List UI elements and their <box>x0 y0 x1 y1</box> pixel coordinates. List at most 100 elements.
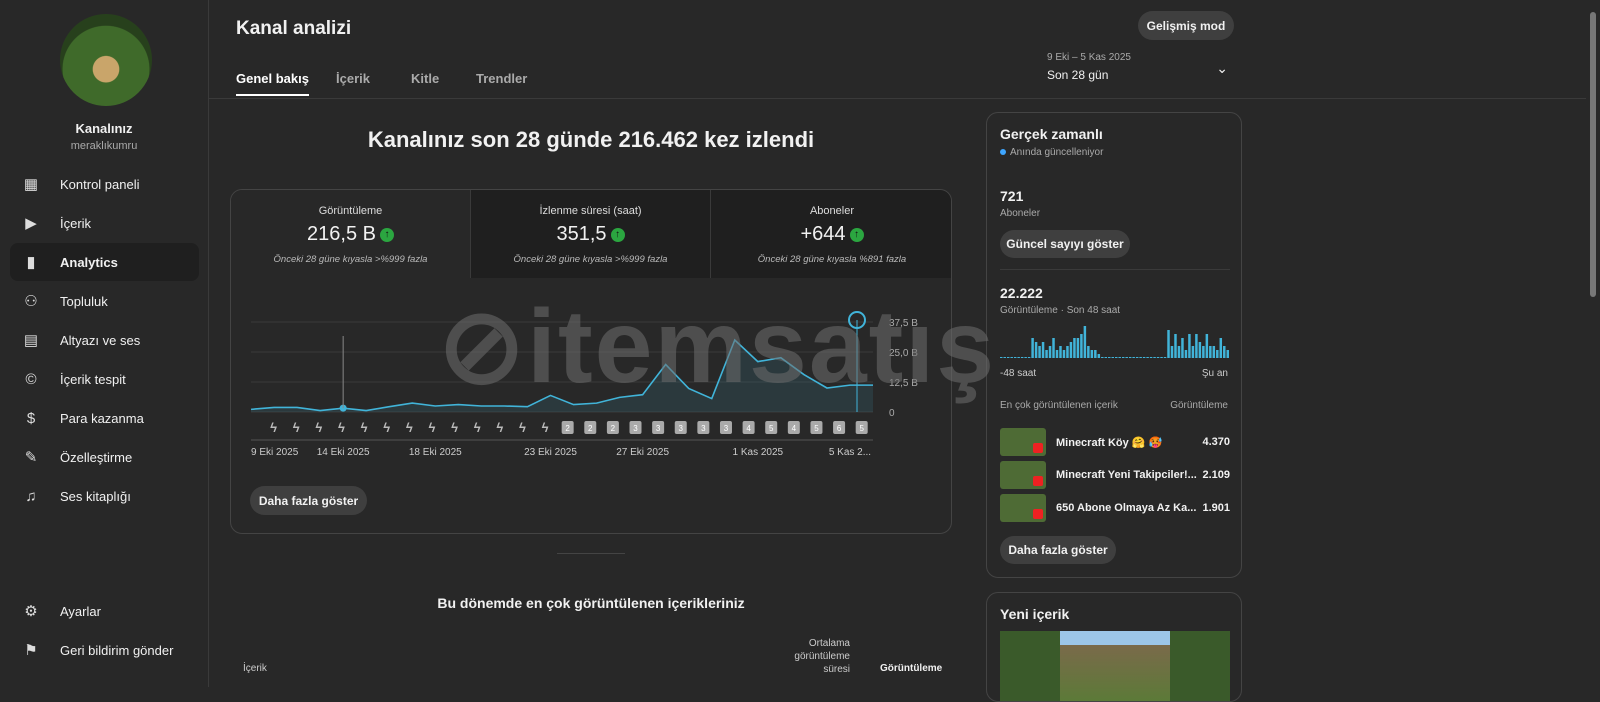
video-count-badge[interactable]: 3 <box>674 421 687 434</box>
show-more-button[interactable]: Daha fazla göster <box>1000 536 1116 564</box>
realtime-bar[interactable] <box>1121 357 1125 358</box>
realtime-bar[interactable] <box>1184 350 1188 358</box>
shorts-icon[interactable]: ϟ <box>406 420 413 435</box>
realtime-bar[interactable] <box>1048 346 1052 358</box>
realtime-bar[interactable] <box>1083 326 1087 358</box>
realtime-bar[interactable] <box>1205 334 1209 358</box>
sidebar-item-analytics[interactable]: ▮ Analytics <box>10 243 199 281</box>
shorts-icon[interactable]: ϟ <box>519 420 526 435</box>
realtime-bar[interactable] <box>1163 357 1167 358</box>
realtime-bar[interactable] <box>1202 346 1205 358</box>
realtime-bar[interactable] <box>1052 338 1055 358</box>
date-range-picker[interactable]: 9 Eki – 5 Kas 2025 Son 28 gün ⌄ <box>1047 52 1232 88</box>
realtime-bar[interactable] <box>1041 342 1045 358</box>
video-count-badge[interactable]: 2 <box>584 421 597 434</box>
channel-avatar[interactable] <box>60 14 152 106</box>
realtime-content-item[interactable]: Minecraft Yeni Takipciler!... 2.109 <box>1000 460 1230 490</box>
realtime-bar[interactable] <box>1108 357 1111 358</box>
realtime-bar[interactable] <box>1034 342 1038 358</box>
realtime-bar[interactable] <box>1219 338 1223 358</box>
views-chart[interactable]: 012,5 B25,0 B37,5 Bϟ ϟ ϟ ϟ ϟ ϟ ϟ ϟ ϟ ϟ ϟ ϟ ϟ 2 2 2 3 3 3 3 3… <box>231 300 952 500</box>
video-count-badge[interactable]: 3 <box>652 421 665 434</box>
realtime-bar[interactable] <box>1087 346 1090 358</box>
realtime-bar[interactable] <box>1177 346 1181 358</box>
realtime-bar[interactable] <box>1055 350 1059 358</box>
sidebar-item-ses-kitapl-[interactable]: ♫ Ses kitaplığı <box>10 477 199 515</box>
realtime-bar[interactable] <box>1128 357 1132 358</box>
realtime-bar[interactable] <box>1216 350 1219 358</box>
tab-overview[interactable]: Genel bakış <box>236 71 309 96</box>
shorts-icon[interactable]: ϟ <box>496 420 503 435</box>
realtime-bar[interactable] <box>1073 338 1076 358</box>
realtime-bar-chart[interactable] <box>1000 320 1230 360</box>
realtime-bar[interactable] <box>1000 357 1003 358</box>
shorts-icon[interactable]: ϟ <box>429 420 436 435</box>
sidebar-item-settings[interactable]: ⚙ Ayarlar <box>10 592 199 630</box>
realtime-bar[interactable] <box>1135 357 1139 358</box>
realtime-bar[interactable] <box>1045 350 1048 358</box>
sidebar-item-altyaz-ve-ses[interactable]: ▤ Altyazı ve ses <box>10 321 199 359</box>
shorts-icon[interactable]: ϟ <box>474 420 481 435</box>
video-count-badge[interactable]: 6 <box>833 421 846 434</box>
col-views[interactable]: Görüntüleme <box>880 663 942 674</box>
realtime-bar[interactable] <box>1027 357 1031 358</box>
sidebar-item--zelle-tirme[interactable]: ✎ Özelleştirme <box>10 438 199 476</box>
realtime-bar[interactable] <box>1076 338 1080 358</box>
realtime-bar[interactable] <box>1118 357 1121 358</box>
realtime-bar[interactable] <box>1024 357 1027 358</box>
realtime-bar[interactable] <box>1069 342 1073 358</box>
tab-audience[interactable]: Kitle <box>411 71 439 86</box>
realtime-bar[interactable] <box>1139 357 1142 358</box>
realtime-bar[interactable] <box>1059 346 1062 358</box>
sidebar-item-i-erik-tespit[interactable]: © İçerik tespit <box>10 360 199 398</box>
video-count-badge[interactable]: 3 <box>629 421 642 434</box>
tab-content[interactable]: İçerik <box>336 71 370 86</box>
realtime-bar[interactable] <box>1223 346 1226 358</box>
realtime-bar[interactable] <box>1003 357 1006 358</box>
realtime-bar[interactable] <box>1066 346 1069 358</box>
realtime-bar[interactable] <box>1125 357 1128 358</box>
video-count-badge[interactable]: 5 <box>855 421 868 434</box>
realtime-bar[interactable] <box>1191 346 1195 358</box>
realtime-bar[interactable] <box>1142 357 1146 358</box>
realtime-bar[interactable] <box>1132 357 1135 358</box>
realtime-bar[interactable] <box>1212 346 1216 358</box>
realtime-bar[interactable] <box>1111 357 1114 358</box>
sidebar-item-feedback[interactable]: ⚑ Geri bildirim gönder <box>10 631 199 669</box>
show-more-button[interactable]: Daha fazla göster <box>250 486 367 515</box>
realtime-bar[interactable] <box>1174 334 1177 358</box>
realtime-bar[interactable] <box>1031 338 1034 358</box>
realtime-bar[interactable] <box>1209 346 1212 358</box>
video-count-badge[interactable]: 4 <box>742 421 755 434</box>
shorts-icon[interactable]: ϟ <box>315 420 322 435</box>
sidebar-item-kontrol-paneli[interactable]: ▦ Kontrol paneli <box>10 165 199 203</box>
shorts-icon[interactable]: ϟ <box>361 420 368 435</box>
realtime-bar[interactable] <box>1062 350 1066 358</box>
shorts-icon[interactable]: ϟ <box>383 420 390 435</box>
realtime-bar[interactable] <box>1115 357 1118 358</box>
shorts-icon[interactable]: ϟ <box>338 420 345 435</box>
realtime-bar[interactable] <box>1090 350 1094 358</box>
realtime-content-item[interactable]: Minecraft Köy 🤗 🥵 4.370 <box>1000 427 1230 457</box>
new-content-thumbnail[interactable] <box>1000 631 1230 701</box>
realtime-bar[interactable] <box>1006 357 1010 358</box>
sidebar-item-i-erik[interactable]: ▶ İçerik <box>10 204 199 242</box>
realtime-bar[interactable] <box>1097 354 1101 358</box>
realtime-bar[interactable] <box>1104 357 1108 358</box>
metric-watch-time[interactable]: İzlenme süresi (saat) 351,5 ↑ Önceki 28 gün… <box>471 190 711 278</box>
video-count-badge[interactable]: 2 <box>606 421 619 434</box>
realtime-content-item[interactable]: 650 Abone Olmaya Az Ka... 1.901 <box>1000 493 1230 523</box>
show-count-button[interactable]: Güncel sayıyı göster <box>1000 230 1130 258</box>
sidebar-item-para-kazanma[interactable]: $ Para kazanma <box>10 399 199 437</box>
shorts-icon[interactable]: ϟ <box>293 420 300 435</box>
realtime-bar[interactable] <box>1170 346 1174 358</box>
advanced-mode-button[interactable]: Gelişmiş mod <box>1138 11 1234 40</box>
realtime-bar[interactable] <box>1195 334 1198 358</box>
realtime-bar[interactable] <box>1149 357 1153 358</box>
shorts-icon[interactable]: ϟ <box>270 420 277 435</box>
realtime-bar[interactable] <box>1013 357 1017 358</box>
realtime-bar[interactable] <box>1160 357 1163 358</box>
realtime-bar[interactable] <box>1188 334 1191 358</box>
realtime-bar[interactable] <box>1038 346 1041 358</box>
scrollbar[interactable] <box>1586 0 1600 687</box>
